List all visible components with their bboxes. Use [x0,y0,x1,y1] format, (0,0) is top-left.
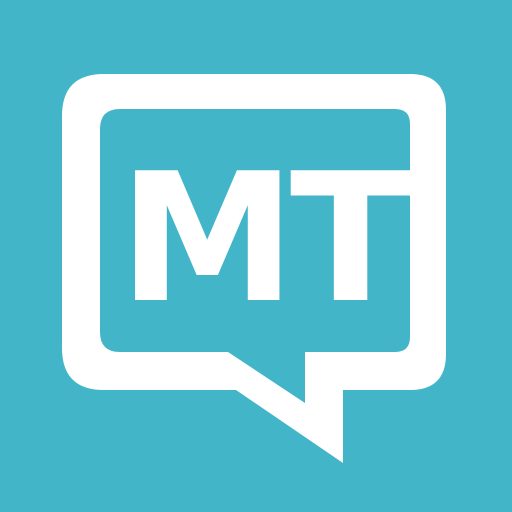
app-icon-graphic: MT [0,0,512,512]
app-icon: MT [0,0,512,512]
logo-text: MT [119,135,411,342]
